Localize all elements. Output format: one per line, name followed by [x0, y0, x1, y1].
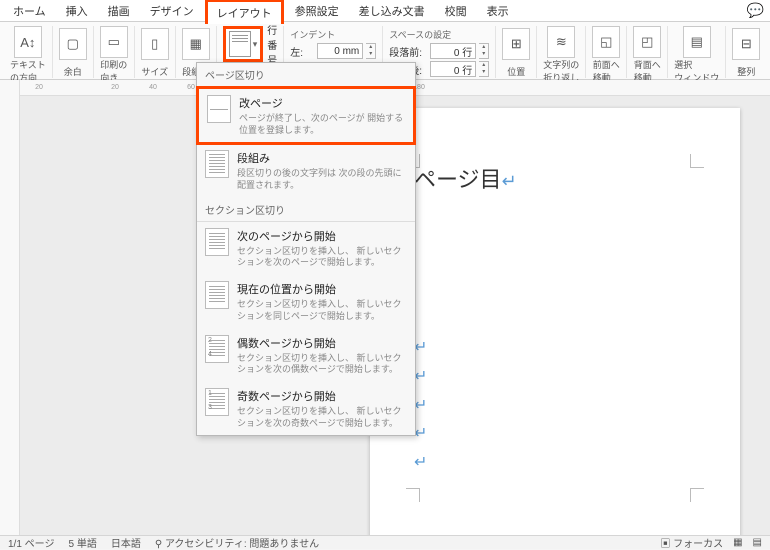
margins-icon[interactable]: ▢ [59, 28, 87, 60]
paragraph-mark-icon: ↵ [502, 171, 517, 191]
size-icon[interactable]: ▯ [141, 28, 169, 60]
dropdown-item-desc: セクション区切りを挿入し、 新しいセクションを同じページで開始します。 [237, 299, 407, 322]
columns-icon[interactable]: ▦ [182, 28, 210, 60]
dropdown-item-title: 改ページ [239, 95, 405, 111]
tab-レイアウト[interactable]: レイアウト [205, 0, 284, 24]
spacing-header: スペースの設定 [389, 28, 489, 41]
dropdown-item-desc: 段区切りの後の文字列は 次の段の先頭に配置されます。 [237, 168, 407, 191]
page[interactable]: ページ目↵ ↵↵↵↵↵ [370, 108, 740, 535]
chevron-down-icon: ▾ [253, 39, 258, 50]
margins-label: 余白 [64, 65, 82, 78]
tab-参照設定[interactable]: 参照設定 [286, 0, 348, 22]
position-icon[interactable]: ⊞ [502, 28, 530, 60]
break-type-icon [205, 150, 229, 178]
paragraph-marks: ↵↵↵↵↵ [414, 334, 696, 478]
spacing-after-stepper[interactable]: ▴▾ [479, 61, 489, 77]
dropdown-item-現在の位置から開始[interactable]: 現在の位置から開始セクション区切りを挿入し、 新しいセクションを同じページで開始… [197, 275, 415, 328]
size-label: サイズ [141, 65, 168, 78]
break-type-icon: 24 [205, 335, 229, 363]
break-type-icon [207, 95, 231, 123]
dropdown-item-偶数ページから開始[interactable]: 24 偶数ページから開始セクション区切りを挿入し、 新しいセクションを次の偶数ペー… [197, 329, 415, 382]
status-lang[interactable]: 日本語 [111, 535, 141, 550]
dropdown-item-desc: セクション区切りを挿入し、 新しいセクションを次のページで開始します。 [237, 246, 407, 269]
dropdown-item-段組み[interactable]: 段組み段区切りの後の文字列は 次の段の先頭に配置されます。 [197, 144, 415, 197]
tab-デザイン[interactable]: デザイン [141, 0, 203, 22]
tab-校閲[interactable]: 校閲 [436, 0, 476, 22]
status-focus[interactable]: ▣ フォーカス [660, 535, 723, 550]
dropdown-item-title: 現在の位置から開始 [237, 281, 407, 297]
align-label: 整列 [737, 65, 755, 78]
vertical-ruler [0, 80, 20, 535]
tab-ホーム[interactable]: ホーム [4, 0, 55, 22]
break-type-icon [205, 281, 229, 309]
dropdown-item-奇数ページから開始[interactable]: 13 奇数ページから開始セクション区切りを挿入し、 新しいセクションを次の奇数ペー… [197, 382, 415, 435]
tab-差し込み文書[interactable]: 差し込み文書 [350, 0, 434, 22]
dropdown-item-title: 奇数ページから開始 [237, 388, 407, 404]
tab-表示[interactable]: 表示 [478, 0, 518, 22]
indent-left-field[interactable]: 0 mm [317, 43, 363, 59]
tab-挿入[interactable]: 挿入 [57, 0, 97, 22]
spacing-before-label: 段落前: [389, 44, 427, 59]
breaks-dropdown: ページ区切り改ページページが終了し、次のページが 開始する位置を登録します。段組… [196, 62, 416, 436]
indent-header: インデント [290, 28, 376, 41]
status-a11y[interactable]: ⚲ アクセシビリティ: 問題ありません [155, 535, 319, 550]
breaks-icon [229, 31, 251, 57]
break-type-icon: 13 [205, 388, 229, 416]
tab-bar: ホーム挿入描画デザインレイアウト参照設定差し込み文書校閲表示 [0, 0, 770, 22]
spacing-before-stepper[interactable]: ▴▾ [479, 43, 489, 59]
dropdown-item-title: 偶数ページから開始 [237, 335, 407, 351]
align-icon[interactable]: ⊟ [732, 28, 760, 60]
spacing-before-field[interactable]: 0 行 [430, 43, 476, 59]
indent-left-stepper[interactable]: ▴▾ [366, 43, 376, 59]
wrap-icon[interactable]: ≋ [547, 26, 575, 58]
dropdown-section-header: セクション区切り [197, 198, 415, 222]
status-bar: 1/1 ページ 5 単語 日本語 ⚲ アクセシビリティ: 問題ありません ▣ フ… [0, 535, 770, 549]
dropdown-item-改ページ[interactable]: 改ページページが終了し、次のページが 開始する位置を登録します。 [196, 86, 416, 145]
orientation-icon[interactable]: ▭ [100, 26, 128, 58]
text-direction-icon[interactable]: A↕ [14, 26, 42, 58]
margin-corner-icon [406, 488, 420, 502]
backward-icon[interactable]: ◰ [633, 26, 661, 58]
forward-icon[interactable]: ◱ [592, 26, 620, 58]
view-mode-icon[interactable]: ▤ [753, 537, 762, 548]
selection-pane-icon[interactable]: ▤ [683, 26, 711, 58]
dropdown-item-desc: ページが終了し、次のページが 開始する位置を登録します。 [239, 113, 405, 136]
status-words[interactable]: 5 単語 [68, 535, 96, 550]
comment-icon[interactable]: 💬 [747, 2, 764, 19]
dropdown-item-desc: セクション区切りを挿入し、 新しいセクションを次の偶数ページで開始します。 [237, 353, 407, 376]
dropdown-section-header: ページ区切り [197, 63, 415, 87]
document-text[interactable]: ページ目↵ [414, 162, 696, 194]
dropdown-item-title: 段組み [237, 150, 407, 166]
spacing-after-field[interactable]: 0 行 [430, 61, 476, 77]
margin-corner-icon [690, 154, 704, 168]
status-page[interactable]: 1/1 ページ [8, 535, 54, 550]
dropdown-item-title: 次のページから開始 [237, 228, 407, 244]
dropdown-item-desc: セクション区切りを挿入し、 新しいセクションを次の奇数ページで開始します。 [237, 406, 407, 429]
breaks-button[interactable]: ▾ [223, 26, 264, 62]
indent-left-label: 左: [290, 44, 314, 59]
margin-corner-icon [690, 488, 704, 502]
dropdown-item-次のページから開始[interactable]: 次のページから開始セクション区切りを挿入し、 新しいセクションを次のページで開始… [197, 222, 415, 275]
tab-描画[interactable]: 描画 [99, 0, 139, 22]
view-mode-icon[interactable]: ▦ [733, 537, 742, 548]
position-label: 位置 [507, 65, 525, 78]
break-type-icon [205, 228, 229, 256]
